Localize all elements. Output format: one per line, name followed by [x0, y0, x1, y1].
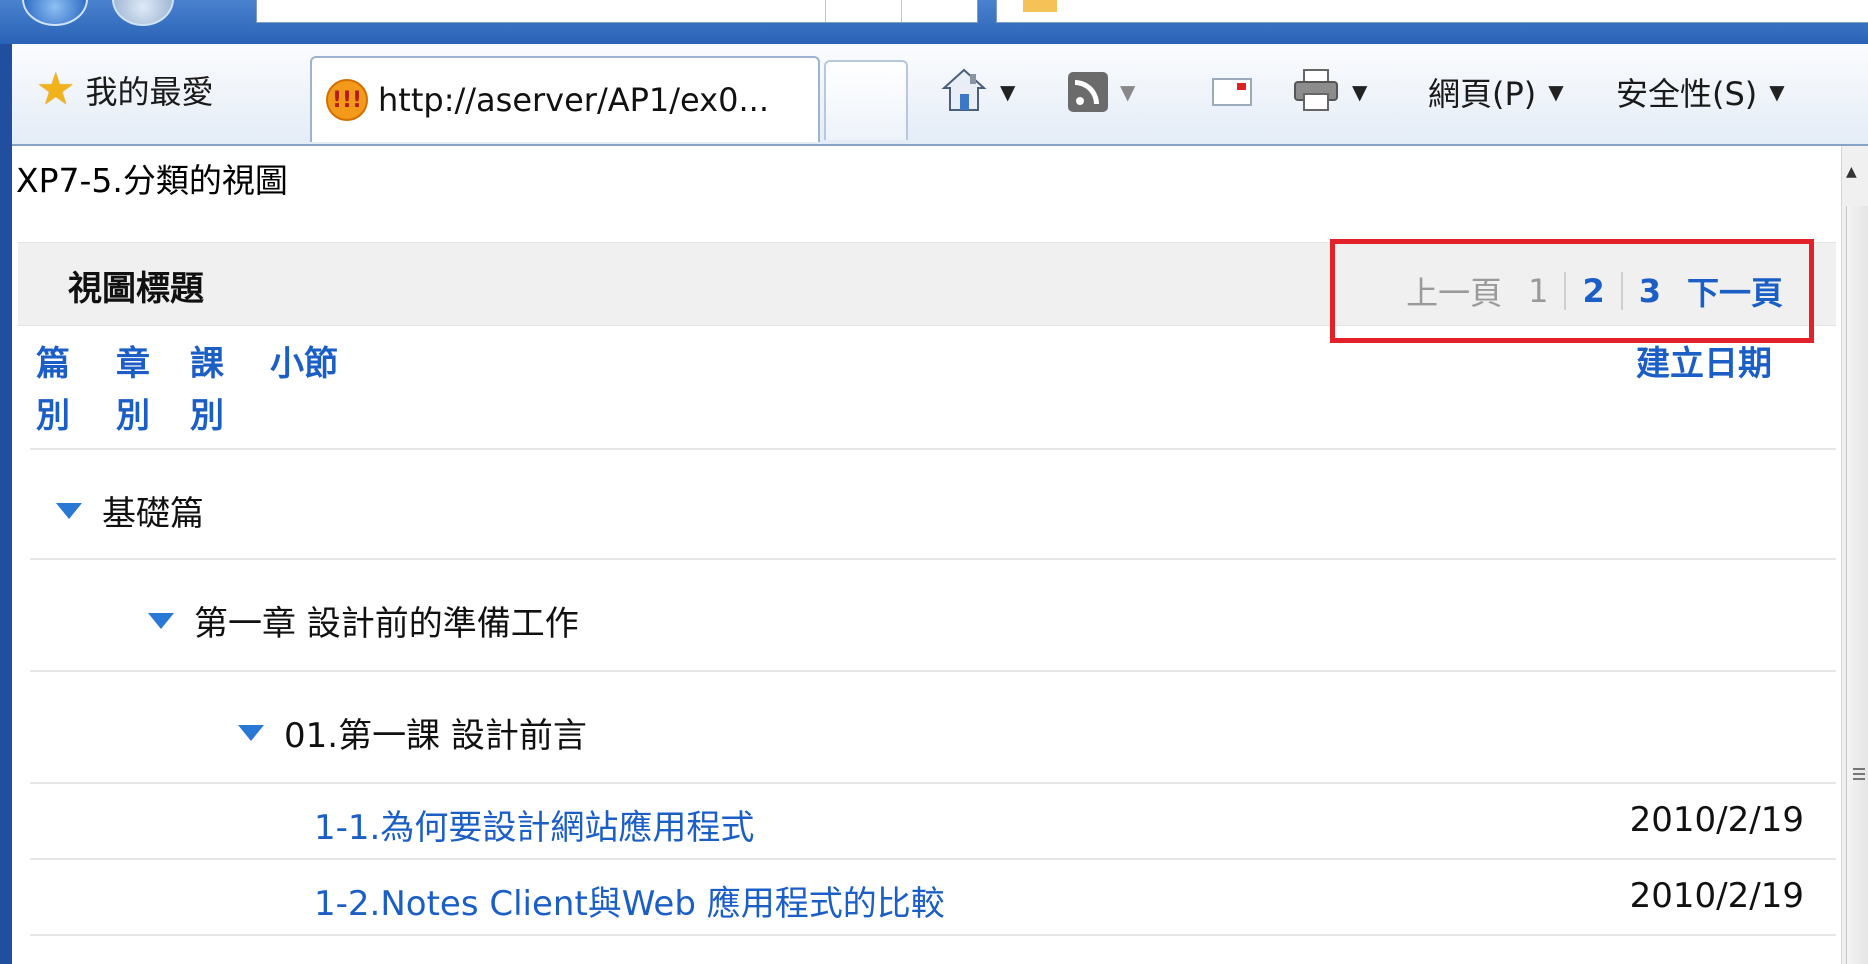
column-header-section[interactable]: 小節: [270, 338, 338, 390]
print-button[interactable]: ▼: [1292, 66, 1367, 118]
chevron-down-icon: ▼: [1548, 80, 1564, 104]
address-divider: [825, 0, 826, 22]
column-header-lesson[interactable]: 課別: [190, 338, 234, 442]
row-divider: [30, 558, 1836, 560]
safety-menu[interactable]: 安全性(S) ▼: [1616, 66, 1785, 118]
star-icon: ★: [36, 64, 76, 115]
rss-feed-icon: [1068, 72, 1108, 112]
favorites-label: 我的最愛: [85, 73, 214, 111]
search-provider-icon: [1023, 0, 1057, 12]
pager: 上一頁 1 2 3 下一頁: [1335, 244, 1809, 338]
pager-page-1: 1: [1512, 272, 1567, 310]
browser-command-bar: ★ 我的最愛 !!! http://aserver/AP1/ex0... ▼ ▼: [12, 44, 1868, 146]
scrollbar-thumb[interactable]: [1846, 206, 1868, 964]
home-icon: [940, 66, 988, 118]
page-menu[interactable]: 網頁(P) ▼: [1428, 66, 1564, 118]
category-row-level3[interactable]: 01.第一課 設計前言: [238, 708, 587, 757]
forward-button[interactable]: [112, 0, 174, 26]
pager-next[interactable]: 下一頁: [1677, 268, 1793, 314]
pager-prev: 上一頁: [1406, 274, 1503, 312]
column-header-date[interactable]: 建立日期: [1636, 338, 1772, 390]
scroll-up-icon[interactable]: ▲: [1846, 164, 1857, 180]
pager-page-3[interactable]: 3: [1623, 272, 1677, 310]
browser-top-strip: [0, 0, 1868, 44]
document-link[interactable]: 1-2.Notes Client與Web 應用程式的比較: [314, 876, 945, 925]
pager-page-2[interactable]: 2: [1566, 272, 1623, 310]
expand-twisty-icon[interactable]: [148, 612, 174, 629]
page-caption: XP7-5.分類的視圖: [16, 161, 288, 200]
read-mail-icon: [1212, 78, 1252, 106]
home-button[interactable]: ▼: [940, 66, 1015, 118]
grip-icon: [1853, 768, 1865, 780]
row-divider: [30, 670, 1836, 672]
row-divider: [30, 782, 1836, 784]
document-date: 2010/2/19: [1629, 800, 1804, 840]
column-header-chapter[interactable]: 章別: [116, 338, 160, 442]
row-divider: [30, 858, 1836, 860]
address-divider: [901, 0, 902, 22]
document-link[interactable]: 1-1.為何要設計網站應用程式: [314, 800, 754, 849]
read-mail-button[interactable]: [1212, 66, 1252, 118]
view-title: 視圖標題: [68, 269, 204, 309]
category-row-level2[interactable]: 第一章 設計前的準備工作: [148, 596, 579, 645]
page-content: XP7-5.分類的視圖 視圖標題 上一頁 1 2 3 下一頁 篇別 章別 課別 …: [12, 146, 1868, 964]
category-row-level1[interactable]: 基礎篇: [56, 486, 204, 535]
new-tab-button[interactable]: [824, 60, 908, 140]
expand-twisty-icon[interactable]: [238, 724, 264, 741]
category-label: 第一章 設計前的準備工作: [194, 604, 579, 644]
document-date: 2010/2/19: [1629, 876, 1804, 916]
feeds-button[interactable]: ▼: [1068, 66, 1135, 118]
site-icon: !!!: [326, 79, 368, 121]
print-icon: [1292, 68, 1340, 116]
tab-title: http://aserver/AP1/ex0...: [378, 81, 769, 119]
search-box[interactable]: [996, 0, 1868, 23]
column-header-part[interactable]: 篇別: [36, 338, 80, 442]
category-label: 基礎篇: [102, 494, 204, 534]
row-divider: [30, 934, 1836, 936]
chevron-down-icon[interactable]: ▼: [1352, 80, 1367, 104]
chevron-down-icon: ▼: [1769, 80, 1785, 104]
browser-tab-active[interactable]: !!! http://aserver/AP1/ex0...: [310, 56, 820, 142]
address-bar[interactable]: [256, 0, 978, 23]
chevron-down-icon[interactable]: ▼: [1120, 80, 1135, 104]
pager-highlight-box: 上一頁 1 2 3 下一頁: [1330, 239, 1814, 343]
back-button[interactable]: [22, 0, 88, 26]
chevron-down-icon[interactable]: ▼: [1000, 80, 1015, 104]
safety-menu-label: 安全性(S): [1616, 75, 1758, 113]
expand-twisty-icon[interactable]: [56, 502, 82, 519]
vertical-scrollbar[interactable]: ▲: [1841, 146, 1868, 964]
category-label: 01.第一課 設計前言: [284, 716, 587, 756]
favorites-button[interactable]: ★ 我的最愛: [36, 62, 213, 118]
page-menu-label: 網頁(P): [1428, 75, 1537, 113]
row-divider: [30, 448, 1836, 450]
